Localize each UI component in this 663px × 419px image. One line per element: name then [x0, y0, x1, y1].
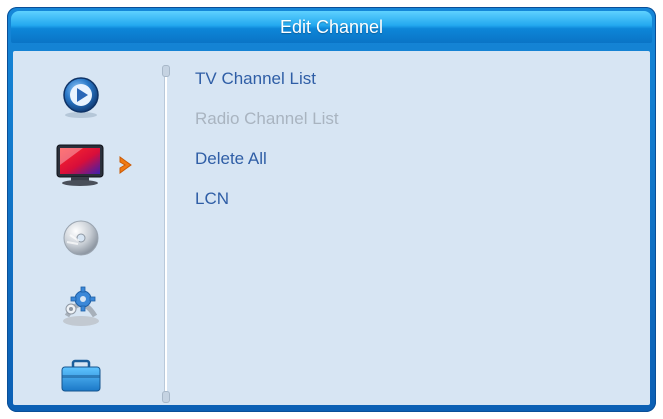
content-panel: TV Channel List Radio Channel List Delet… — [13, 51, 650, 405]
menu-item-delete-all[interactable]: Delete All — [195, 145, 267, 173]
scroll-knob-bottom[interactable] — [162, 391, 170, 403]
toolbox-icon — [61, 359, 101, 392]
window-title: Edit Channel — [11, 11, 652, 43]
play-icon — [63, 77, 99, 118]
sidebar — [13, 51, 157, 405]
sidebar-item-tv[interactable] — [53, 141, 109, 187]
selection-chevron-right-icon — [117, 155, 135, 175]
menu-item-radio-channel-list: Radio Channel List — [195, 109, 339, 128]
settings-gear-icon — [63, 286, 99, 326]
menu-item-lcn[interactable]: LCN — [195, 185, 229, 213]
scroll-knob-top[interactable] — [162, 65, 170, 77]
edit-channel-window: Edit Channel TV Channel List Radio Chann… — [7, 7, 656, 412]
tv-icon — [56, 144, 104, 186]
screen: Edit Channel TV Channel List Radio Chann… — [0, 0, 663, 419]
scroll-rail[interactable] — [161, 65, 170, 403]
sidebar-item-disc[interactable] — [53, 215, 109, 261]
disc-icon — [63, 220, 99, 256]
sidebar-item-play[interactable] — [53, 73, 109, 119]
menu-item-tv-channel-list[interactable]: TV Channel List — [195, 65, 316, 93]
scroll-track — [164, 65, 167, 403]
sidebar-item-toolbox[interactable] — [53, 351, 109, 397]
sidebar-item-settings[interactable] — [53, 283, 109, 329]
